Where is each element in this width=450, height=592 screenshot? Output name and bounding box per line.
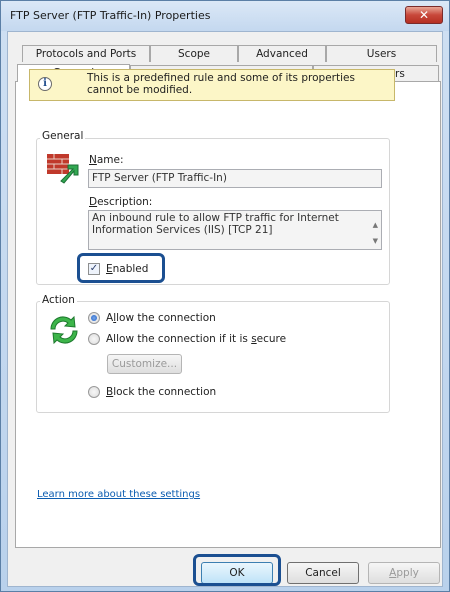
scroll-up-icon[interactable]: ▲ (373, 219, 378, 231)
scroll-down-icon[interactable]: ▼ (373, 235, 378, 247)
ok-highlight (193, 554, 281, 586)
allow-action-icon (50, 315, 78, 345)
firewall-icon (47, 154, 79, 184)
description-text: An inbound rule to allow FTP traffic for… (92, 212, 339, 236)
tab-protocols-and-ports[interactable]: Protocols and Ports (22, 45, 150, 62)
window-title: FTP Server (FTP Traffic-In) Properties (10, 9, 211, 22)
title-bar[interactable]: FTP Server (FTP Traffic-In) Properties ✕ (1, 1, 449, 31)
general-group-label: General (40, 130, 86, 142)
tab-scope[interactable]: Scope (150, 45, 238, 62)
learn-more-link[interactable]: Learn more about these settings (37, 489, 200, 500)
close-icon: ✕ (418, 8, 430, 22)
name-label: Name: (89, 154, 124, 166)
allow-connection-label[interactable]: Allow the connection (106, 312, 216, 324)
enabled-highlight (77, 253, 165, 283)
tab-advanced[interactable]: Advanced (238, 45, 326, 62)
name-field[interactable]: FTP Server (FTP Traffic-In) (88, 169, 382, 188)
description-field[interactable]: An inbound rule to allow FTP traffic for… (88, 210, 382, 250)
properties-window: FTP Server (FTP Traffic-In) Properties ✕… (0, 0, 450, 592)
description-label: Description: (89, 196, 153, 208)
tab-users[interactable]: Users (326, 45, 437, 62)
allow-connection-radio[interactable] (88, 312, 100, 324)
info-text: This is a predefined rule and some of it… (87, 72, 355, 96)
action-group-label: Action (40, 294, 77, 306)
apply-button[interactable]: Apply (368, 562, 440, 584)
allow-if-secure-label[interactable]: Allow the connection if it is secure (106, 333, 286, 345)
customize-button[interactable]: Customize... (107, 354, 182, 374)
close-button[interactable]: ✕ (405, 6, 443, 24)
info-icon: i (38, 77, 52, 91)
block-connection-radio[interactable] (88, 386, 100, 398)
info-bar: i This is a predefined rule and some of … (29, 69, 395, 101)
block-connection-label[interactable]: Block the connection (106, 386, 216, 398)
allow-if-secure-radio[interactable] (88, 333, 100, 345)
cancel-button[interactable]: Cancel (287, 562, 359, 584)
